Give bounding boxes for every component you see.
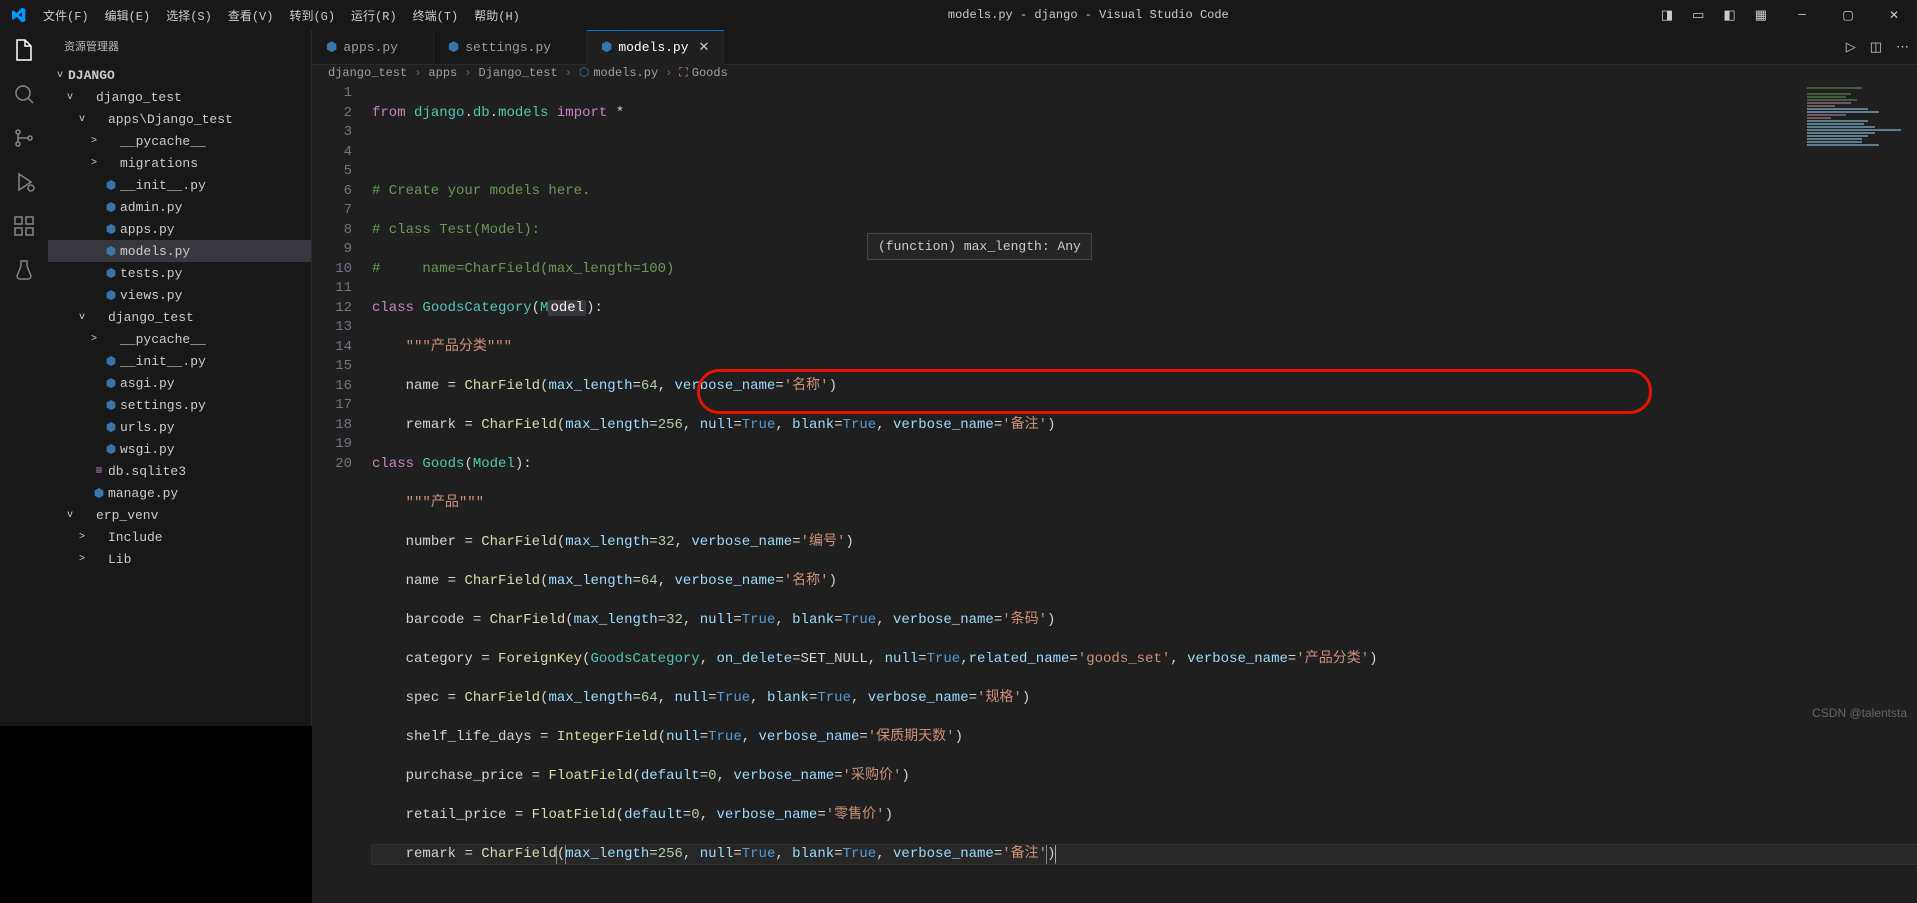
line-numbers: 1234567891011121314151617181920 <box>312 80 372 903</box>
code-editor[interactable]: 1234567891011121314151617181920 from dja… <box>312 80 1917 903</box>
tree-item[interactable]: ⬢tests.py <box>48 262 311 284</box>
tree-item[interactable]: ⬢wsgi.py <box>48 438 311 460</box>
breadcrumbs[interactable]: django_test› apps› Django_test› ⬡ models… <box>312 65 1917 80</box>
tree-item[interactable]: ⬢admin.py <box>48 196 311 218</box>
minimap[interactable] <box>1807 87 1917 287</box>
tree-item[interactable]: vapps\Django_test <box>48 108 311 130</box>
tree-root[interactable]: vDJANGO <box>48 64 311 86</box>
menu-selection[interactable]: 选择(S) <box>158 3 220 28</box>
menu-bar: 文件(F) 编辑(E) 选择(S) 查看(V) 转到(G) 运行(R) 终端(T… <box>35 3 528 28</box>
editor-tabs: ⬢apps.py✕⬢settings.py✕⬢models.py✕ ▷ ◫ ⋯ <box>312 30 1917 65</box>
editor-area: ⬢apps.py✕⬢settings.py✕⬢models.py✕ ▷ ◫ ⋯ … <box>312 30 1917 726</box>
tree-item[interactable]: verp_venv <box>48 504 311 526</box>
hover-tooltip: (function) max_length: Any <box>867 233 1092 260</box>
menu-run[interactable]: 运行(R) <box>343 3 405 28</box>
explorer-title: 资源管理器 <box>48 30 311 62</box>
tree-item[interactable]: >__pycache__ <box>48 328 311 350</box>
run-debug-icon[interactable] <box>12 170 36 194</box>
maximize-button[interactable]: ▢ <box>1825 2 1871 29</box>
menu-edit[interactable]: 编辑(E) <box>97 3 159 28</box>
tree-item[interactable]: ≡db.sqlite3 <box>48 460 311 482</box>
tree-item[interactable]: ⬢models.py <box>48 240 311 262</box>
vscode-logo-icon <box>0 7 35 23</box>
menu-file[interactable]: 文件(F) <box>35 3 97 28</box>
layout-secondary-side-icon[interactable]: ◧ <box>1723 8 1735 23</box>
tree-item[interactable]: ⬢__init__.py <box>48 174 311 196</box>
tree-item[interactable]: >migrations <box>48 152 311 174</box>
tree-item[interactable]: >__pycache__ <box>48 130 311 152</box>
tree-item[interactable]: ⬢settings.py <box>48 394 311 416</box>
file-tree[interactable]: vDJANGO vdjango_testvapps\Django_test>__… <box>48 62 311 572</box>
search-icon[interactable] <box>12 82 36 106</box>
close-button[interactable]: ✕ <box>1871 2 1917 29</box>
extensions-icon[interactable] <box>12 214 36 238</box>
menu-view[interactable]: 查看(V) <box>220 3 282 28</box>
source-control-icon[interactable] <box>12 126 36 150</box>
layout-primary-side-icon[interactable]: ◨ <box>1661 8 1673 23</box>
tree-item[interactable]: ⬢manage.py <box>48 482 311 504</box>
explorer-icon[interactable] <box>12 38 36 62</box>
split-editor-icon[interactable]: ◫ <box>1870 40 1882 55</box>
tree-item[interactable]: >Lib <box>48 548 311 570</box>
close-tab-icon[interactable]: ✕ <box>699 40 710 55</box>
sidebar-explorer: 资源管理器 vDJANGO vdjango_testvapps\Django_t… <box>48 30 312 726</box>
menu-terminal[interactable]: 终端(T) <box>405 3 467 28</box>
tree-item[interactable]: >Include <box>48 526 311 548</box>
menu-help[interactable]: 帮助(H) <box>466 3 528 28</box>
window-title: models.py - django - Visual Studio Code <box>528 8 1649 22</box>
activity-bar <box>0 30 48 726</box>
layout-panel-icon[interactable]: ▭ <box>1692 8 1704 23</box>
tree-item[interactable]: vdjango_test <box>48 306 311 328</box>
run-file-icon[interactable]: ▷ <box>1846 40 1856 55</box>
more-actions-icon[interactable]: ⋯ <box>1896 40 1909 55</box>
titlebar: 文件(F) 编辑(E) 选择(S) 查看(V) 转到(G) 运行(R) 终端(T… <box>0 0 1917 30</box>
editor-tab[interactable]: ⬢apps.py✕ <box>312 30 434 65</box>
code-content[interactable]: from django.db.models import * # Create … <box>372 80 1917 903</box>
tree-item[interactable]: vdjango_test <box>48 86 311 108</box>
tree-item[interactable]: ⬢asgi.py <box>48 372 311 394</box>
testing-icon[interactable] <box>12 258 36 282</box>
customize-layout-icon[interactable]: ▦ <box>1755 8 1767 23</box>
menu-go[interactable]: 转到(G) <box>281 3 343 28</box>
editor-tab[interactable]: ⬢settings.py✕ <box>434 30 587 65</box>
minimize-button[interactable]: ─ <box>1779 2 1825 29</box>
watermark: CSDN @talentsta <box>1812 706 1907 720</box>
tree-item[interactable]: ⬢__init__.py <box>48 350 311 372</box>
editor-tab[interactable]: ⬢models.py✕ <box>587 30 724 65</box>
tree-item[interactable]: ⬢urls.py <box>48 416 311 438</box>
tree-item[interactable]: ⬢apps.py <box>48 218 311 240</box>
tree-item[interactable]: ⬢views.py <box>48 284 311 306</box>
